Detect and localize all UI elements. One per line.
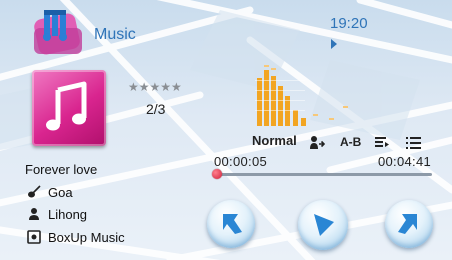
eq-mode-button[interactable]: Normal: [252, 133, 297, 148]
clock: 19:20: [330, 15, 368, 32]
total-time: 00:04:41: [378, 154, 432, 169]
ab-repeat-button[interactable]: A-B: [340, 135, 361, 149]
play-indicator-icon: [331, 39, 337, 49]
playlist-icon[interactable]: [406, 137, 421, 149]
song-title: Forever love: [25, 162, 98, 177]
next-button[interactable]: [385, 200, 433, 248]
track-position: 2/3: [146, 101, 166, 117]
next-icon: [398, 214, 417, 234]
music-player-screen: Music 19:20 ★★★★★ 2/3 Normal A-B 00:00:0…: [0, 0, 452, 260]
current-time: 00:00:05: [214, 154, 268, 169]
progress-bar[interactable]: [216, 173, 432, 176]
play-button[interactable]: [298, 200, 348, 250]
app-title: Music: [94, 26, 136, 43]
previous-button[interactable]: [207, 200, 255, 248]
music-note-icon: [46, 81, 87, 131]
album-art: [32, 70, 106, 146]
composer-name: Lihong: [48, 207, 88, 222]
music-notes-icon: [34, 10, 82, 55]
rating-stars[interactable]: ★★★★★: [128, 80, 182, 94]
album-icon: [27, 230, 41, 244]
artist-name: Goa: [48, 185, 73, 200]
play-icon: [314, 214, 334, 236]
person-icon: [29, 208, 39, 220]
equalizer-visualizer: [255, 65, 348, 126]
previous-icon: [223, 214, 242, 234]
album-name: BoxUp Music: [48, 230, 125, 245]
repeat-person-icon[interactable]: [309, 135, 325, 151]
progress-handle[interactable]: [212, 169, 222, 179]
guitar-icon: [28, 185, 41, 198]
shuffle-list-icon[interactable]: [374, 136, 390, 150]
